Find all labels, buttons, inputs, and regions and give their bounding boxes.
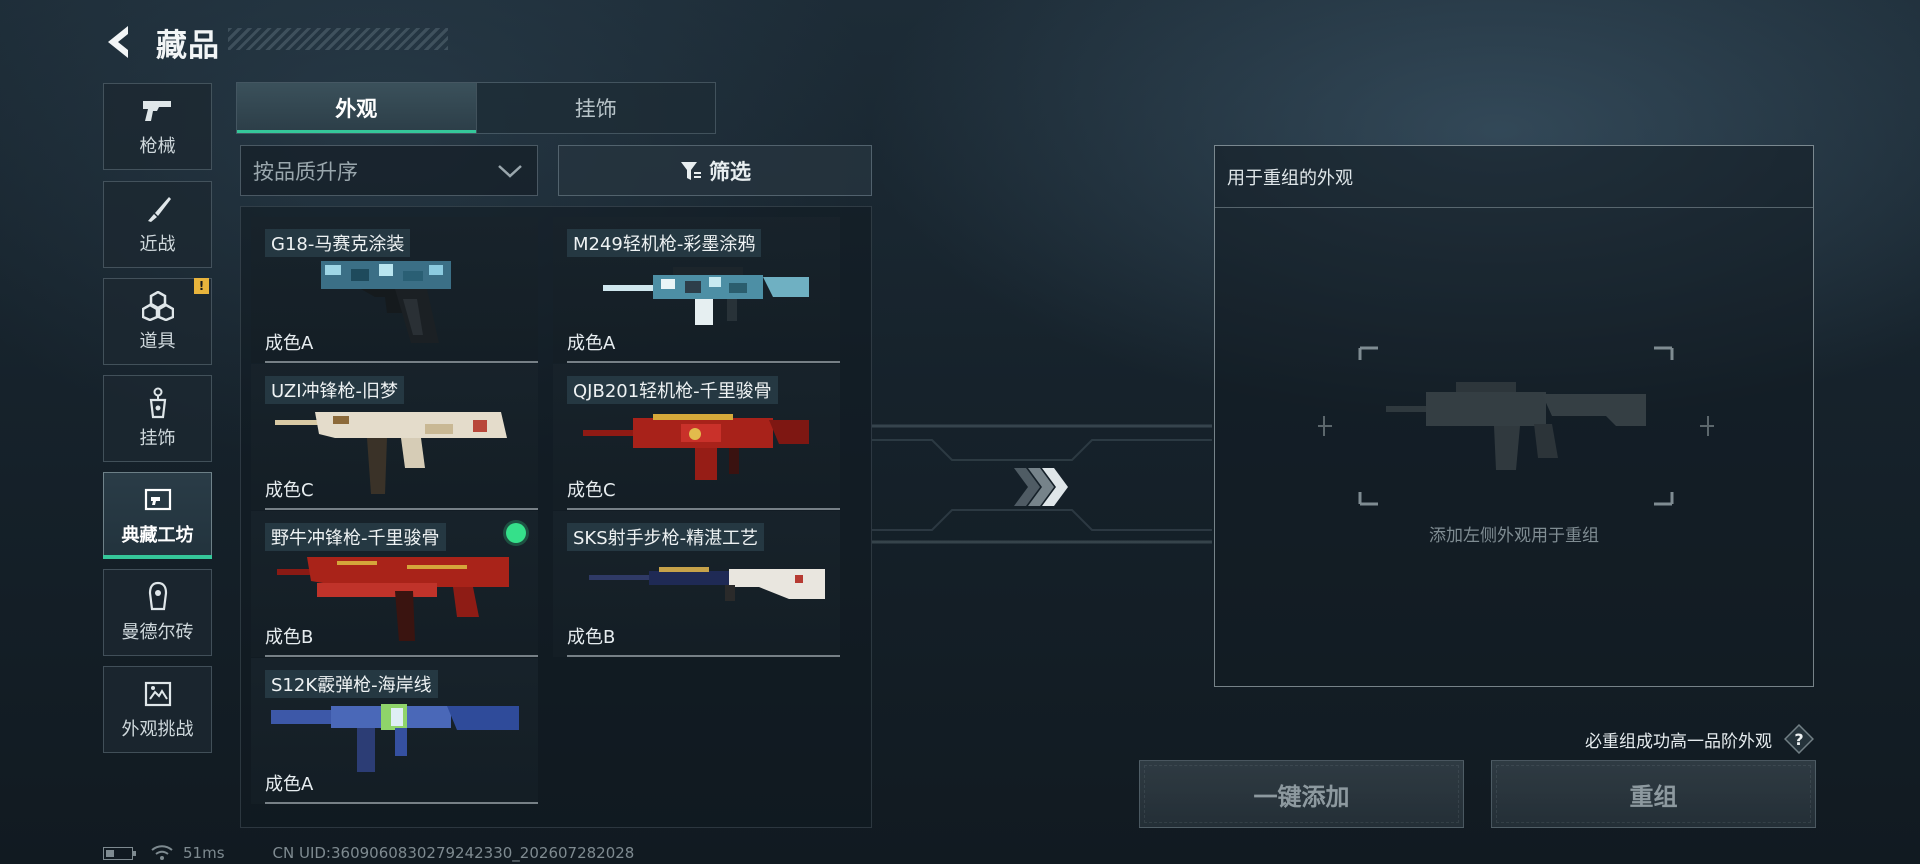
rifle-skin-icon <box>589 567 825 601</box>
sidebar-item-mandel-brick[interactable]: 曼德尔砖 <box>103 569 212 656</box>
sort-dropdown[interactable]: 按品质升序 <box>240 145 538 196</box>
skin-name: S12K霰弹枪-海岸线 <box>265 670 438 698</box>
help-icon[interactable]: ? <box>1784 724 1814 754</box>
filter-icon <box>681 161 701 180</box>
warning-badge: ! <box>194 278 209 294</box>
knife-icon <box>141 194 175 224</box>
empty-slot-hint: 添加左侧外观用于重组 <box>1429 526 1599 546</box>
skin-grade: 成色C <box>567 480 616 501</box>
sidebar-item-props[interactable]: ! 道具 <box>103 278 212 365</box>
skin-grade: 成色A <box>567 333 616 354</box>
sidebar-item-label: 典藏工坊 <box>121 524 194 546</box>
sort-value: 按品质升序 <box>253 159 358 184</box>
tab-appearance[interactable]: 外观 <box>237 83 476 133</box>
skin-name: QJB201轻机枪-千里骏骨 <box>567 376 778 404</box>
tab-charms[interactable]: 挂饰 <box>475 83 715 133</box>
skin-name: 野牛冲锋枪-千里骏骨 <box>265 523 446 551</box>
filter-label: 筛选 <box>709 159 751 184</box>
lmg-skin-icon <box>583 414 809 480</box>
recombine-panel-title: 用于重组的外观 <box>1215 146 1813 208</box>
skin-grade: 成色A <box>265 333 314 354</box>
sidebar-item-label: 曼德尔砖 <box>121 621 194 643</box>
chevron-down-icon <box>498 164 522 178</box>
skin-card[interactable]: G18-马赛克涂装 成色A <box>251 217 538 363</box>
sidebar-item-melee[interactable]: 近战 <box>103 181 212 268</box>
sidebar-item-label: 近战 <box>139 233 176 255</box>
page-title: 藏品 <box>156 28 220 64</box>
skin-grade: 成色A <box>265 774 314 795</box>
sidebar-item-label: 道具 <box>139 330 176 352</box>
recombine-hint-text: 必重组成功高一品阶外观 <box>1585 731 1772 752</box>
sidebar-item-challenge[interactable]: 外观挑战 <box>103 666 212 753</box>
skin-card[interactable]: 野牛冲锋枪-千里骏骨 成色B <box>251 511 538 657</box>
skin-name: M249轻机枪-彩墨涂鸦 <box>567 229 762 257</box>
skin-grade: 成色B <box>567 627 616 648</box>
svg-text:?: ? <box>1794 730 1803 749</box>
recombine-button[interactable]: 重组 <box>1491 760 1816 828</box>
skin-name: UZI冲锋枪-旧梦 <box>265 376 404 404</box>
sidebar-item-label: 外观挑战 <box>121 718 194 740</box>
skin-grid: G18-马赛克涂装 成色A M249轻机枪-彩墨涂鸦 成色A UZI冲锋枪-旧梦… <box>240 206 872 828</box>
cubes-icon <box>141 290 175 321</box>
sidebar-item-guns[interactable]: 枪械 <box>103 83 212 170</box>
skin-card[interactable]: QJB201轻机枪-千里骏骨 成色C <box>553 364 840 510</box>
skin-card[interactable]: UZI冲锋枪-旧梦 成色C <box>251 364 538 510</box>
brick-icon <box>141 581 175 612</box>
tab-bar: 外观 挂饰 <box>236 82 716 134</box>
challenge-icon <box>141 679 175 709</box>
pistol-icon <box>141 96 175 126</box>
workshop-icon <box>141 485 175 515</box>
skin-card[interactable]: S12K霰弹枪-海岸线 成色A <box>251 658 538 804</box>
sidebar-item-label: 挂饰 <box>139 427 176 449</box>
title-decoration <box>228 28 448 50</box>
add-all-button[interactable]: 一键添加 <box>1139 760 1464 828</box>
ping-value: 51ms <box>183 844 225 862</box>
skin-name: SKS射手步枪-精湛工艺 <box>567 523 765 551</box>
back-arrow-icon[interactable] <box>100 22 140 62</box>
sidebar-item-workshop[interactable]: 典藏工坊 <box>103 472 212 559</box>
status-bar: 51ms CN UID:3609060830279242330_20260728… <box>103 844 634 862</box>
skin-card[interactable]: SKS射手步枪-精湛工艺 成色B <box>553 511 840 657</box>
battery-icon <box>103 846 136 860</box>
recombine-hint: 必重组成功高一品阶外观 ? <box>1585 724 1814 754</box>
charm-icon <box>141 387 175 418</box>
sidebar-item-label: 枪械 <box>139 135 176 157</box>
empty-slot-rifle-icon[interactable] <box>1316 346 1716 506</box>
selected-indicator <box>506 523 526 543</box>
skin-grade: 成色C <box>265 480 314 501</box>
user-uid: CN UID:3609060830279242330_202607282028 <box>272 844 635 862</box>
skin-card[interactable]: M249轻机枪-彩墨涂鸦 成色A <box>553 217 840 363</box>
skin-name: G18-马赛克涂装 <box>265 229 411 257</box>
filter-button[interactable]: 筛选 <box>558 145 872 196</box>
lmg-skin-icon <box>603 267 809 325</box>
sidebar-item-charms[interactable]: 挂饰 <box>103 375 212 462</box>
skin-grade: 成色B <box>265 627 314 648</box>
chevrons-right-icon <box>1014 468 1068 506</box>
pistol-skin-icon <box>321 261 451 343</box>
wifi-icon <box>151 845 173 860</box>
